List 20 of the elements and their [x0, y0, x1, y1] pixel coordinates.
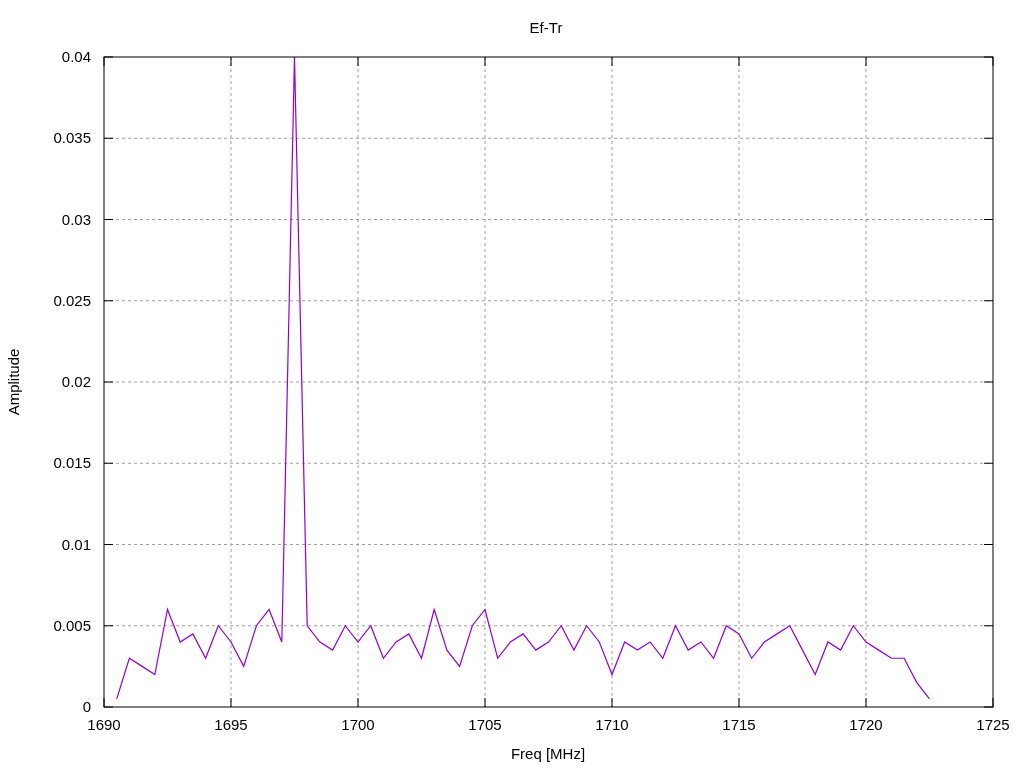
x-axis-label: Freq [MHz] — [510, 745, 586, 762]
y-tick-label: 0.005 — [53, 616, 91, 634]
x-tick-label: 1695 — [214, 716, 248, 733]
y-tick-label: 0.015 — [53, 454, 91, 472]
chart-title: Ef-Tr — [529, 19, 563, 36]
y-tick-label: 0.04 — [61, 48, 91, 65]
x-tick-label: 1725 — [976, 716, 1010, 733]
y-tick-label: 0.01 — [61, 535, 91, 553]
y-tick-label: 0.03 — [61, 210, 91, 228]
y-tick-label: 0.02 — [61, 373, 91, 390]
y-tick-label: 0.025 — [53, 291, 91, 309]
x-tick-label: 1715 — [722, 716, 756, 733]
x-tick-label: 1710 — [595, 716, 629, 733]
x-tick-label: 1690 — [87, 716, 121, 733]
y-tick-label: 0 — [82, 698, 91, 715]
x-tick-label: 1720 — [849, 716, 883, 733]
x-tick-label: 1705 — [468, 716, 502, 733]
x-tick-label: 1700 — [341, 716, 375, 733]
y-tick-label: 0.035 — [53, 129, 91, 147]
y-axis-label: Amplitude — [5, 348, 22, 416]
